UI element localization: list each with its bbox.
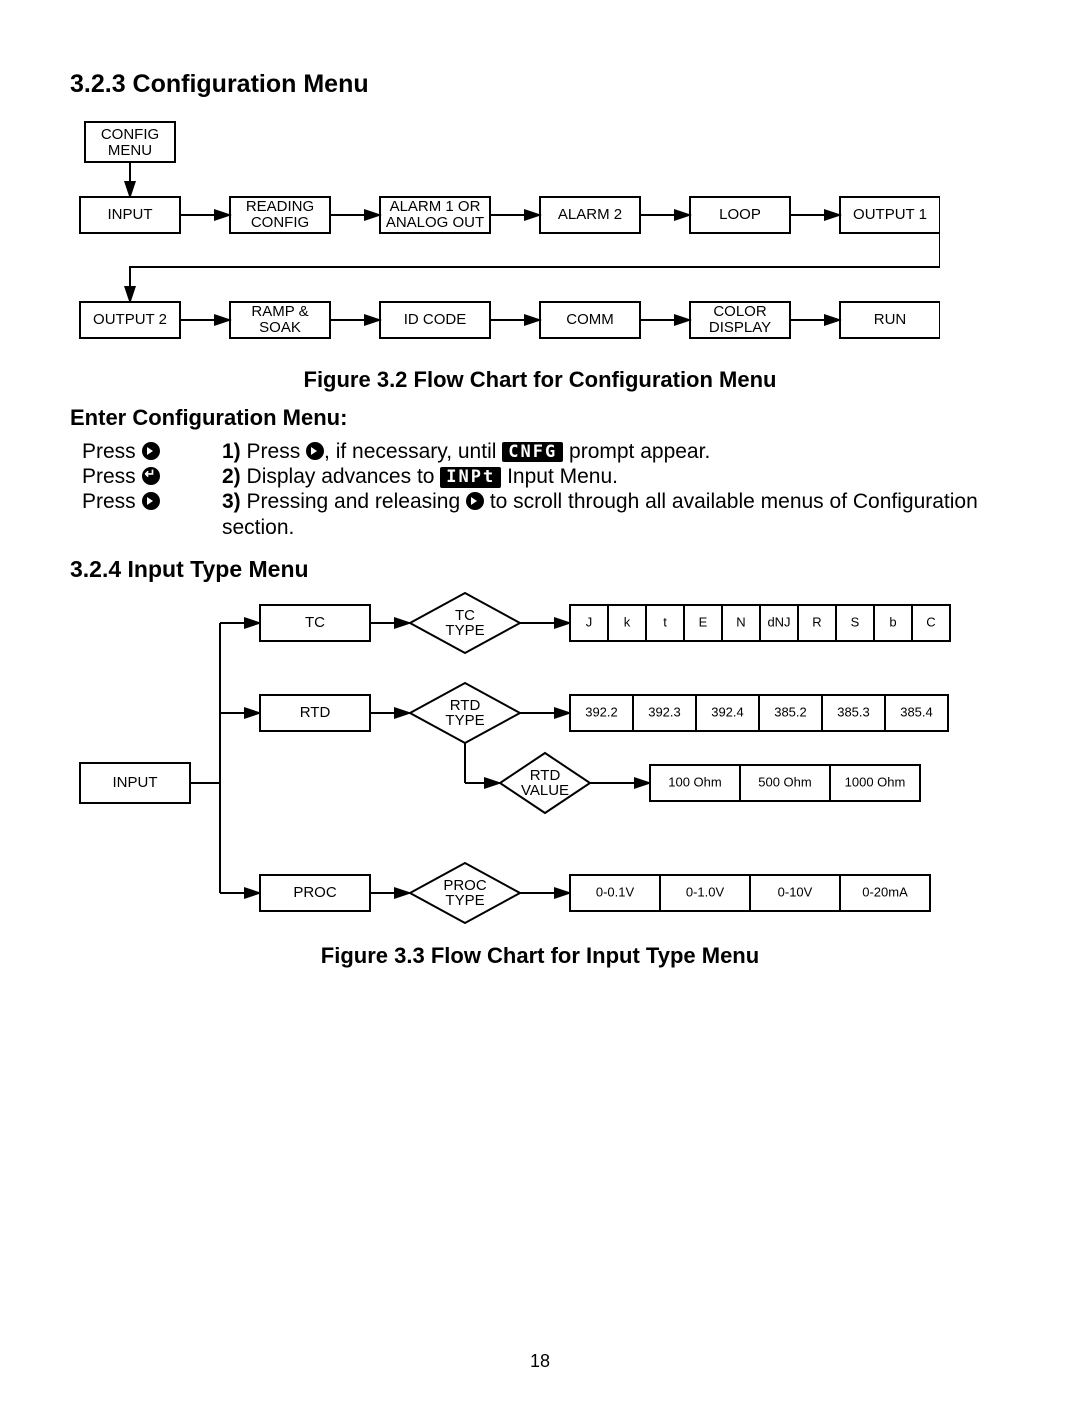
box-tc: TC xyxy=(305,614,325,631)
box-reading-l2: CONFIG xyxy=(251,214,309,231)
box-comm: COMM xyxy=(566,311,614,328)
box-color-l2: DISPLAY xyxy=(709,319,771,336)
opt-label: 100 Ohm xyxy=(668,774,721,789)
opt-label: 500 Ohm xyxy=(758,774,811,789)
enter-config-heading: Enter Configuration Menu: xyxy=(70,405,1010,431)
box-output1: OUTPUT 1 xyxy=(853,206,927,223)
opt-label: E xyxy=(699,614,708,629)
box-output2: OUTPUT 2 xyxy=(93,311,167,328)
enter-config-steps: Press 1) Press , if necessary, until CNF… xyxy=(82,439,1010,540)
box-alarm1-l1: ALARM 1 OR xyxy=(390,198,481,215)
opt-label: J xyxy=(586,614,593,629)
box-alarm1-l2: ANALOG OUT xyxy=(386,214,484,231)
dia-tctype-l2: TYPE xyxy=(445,622,484,639)
section-324-heading: 3.2.4 Input Type Menu xyxy=(70,556,1010,583)
opt-label: 385.4 xyxy=(900,704,933,719)
opt-label: R xyxy=(812,614,821,629)
box-ramp-l1: RAMP & xyxy=(251,303,308,320)
menu-button-icon-4 xyxy=(466,492,484,510)
opt-label: 0-20mA xyxy=(862,884,908,899)
opt-label: k xyxy=(624,614,631,629)
enter-button-icon xyxy=(142,467,160,485)
press-label-2: Press xyxy=(82,465,142,488)
step2-num: 2) xyxy=(222,465,241,488)
step3-num: 3) xyxy=(222,490,241,513)
opt-label: t xyxy=(663,614,667,629)
step3-pre: Pressing and releasing xyxy=(241,490,466,513)
box-idcode: ID CODE xyxy=(404,311,467,328)
opt-label: b xyxy=(889,614,896,629)
box-input: INPUT xyxy=(108,206,153,223)
step1-num: 1) xyxy=(222,440,241,463)
step1-mid: , if necessary, until xyxy=(324,440,502,463)
step2-pre: Display advances to xyxy=(241,465,441,488)
opt-label: S xyxy=(851,614,860,629)
dia-rtdval-l2: VALUE xyxy=(521,782,569,799)
box-loop: LOOP xyxy=(719,206,761,223)
box-color-l1: COLOR xyxy=(713,303,767,320)
opt-label: 392.3 xyxy=(648,704,681,719)
section-323-heading: 3.2.3 Configuration Menu xyxy=(70,70,1010,99)
opt-label: 392.2 xyxy=(585,704,618,719)
box-input2: INPUT xyxy=(113,774,158,791)
opt-label: C xyxy=(926,614,935,629)
step1-pre: Press xyxy=(241,440,306,463)
opt-label: 1000 Ohm xyxy=(845,774,906,789)
opt-label: 0-10V xyxy=(778,884,813,899)
dia-rtdtype-l2: TYPE xyxy=(445,712,484,729)
menu-button-icon-2 xyxy=(306,442,324,460)
opt-label: N xyxy=(736,614,745,629)
box-rtd: RTD xyxy=(300,704,331,721)
press-label-3: Press xyxy=(82,490,142,513)
opt-label: 385.3 xyxy=(837,704,870,719)
step2-post: Input Menu. xyxy=(501,465,618,488)
fig-32-caption: Figure 3.2 Flow Chart for Configuration … xyxy=(70,367,1010,393)
box-alarm2: ALARM 2 xyxy=(558,206,622,223)
press-label-1: Press xyxy=(82,440,142,463)
page-number: 18 xyxy=(0,1351,1080,1372)
dia-proctype-l2: TYPE xyxy=(445,892,484,909)
opt-label: 385.2 xyxy=(774,704,807,719)
box-config-l1: CONFIG xyxy=(101,126,159,143)
fig-33-caption: Figure 3.3 Flow Chart for Input Type Men… xyxy=(70,943,1010,969)
opt-label: 0-0.1V xyxy=(596,884,635,899)
box-run: RUN xyxy=(874,311,907,328)
box-config-l2: MENU xyxy=(108,142,152,159)
menu-button-icon xyxy=(142,442,160,460)
fig-33-flowchart: INPUT TC TC TYPE JktENdNJRSbC RTD RTD TY… xyxy=(70,583,970,933)
badge-inpt: INPt xyxy=(440,467,501,487)
menu-button-icon-3 xyxy=(142,492,160,510)
box-reading-l1: READING xyxy=(246,198,314,215)
opt-label: 392.4 xyxy=(711,704,744,719)
box-proc: PROC xyxy=(293,884,337,901)
step1-post: prompt appear. xyxy=(563,440,710,463)
box-ramp-l2: SOAK xyxy=(259,319,301,336)
badge-cnfg: CNFG xyxy=(502,442,563,462)
opt-label: 0-1.0V xyxy=(686,884,725,899)
opt-label: dNJ xyxy=(767,614,790,629)
fig-32-flowchart: CONFIG MENU INPUT READING CONFIG ALARM 1… xyxy=(70,117,940,357)
